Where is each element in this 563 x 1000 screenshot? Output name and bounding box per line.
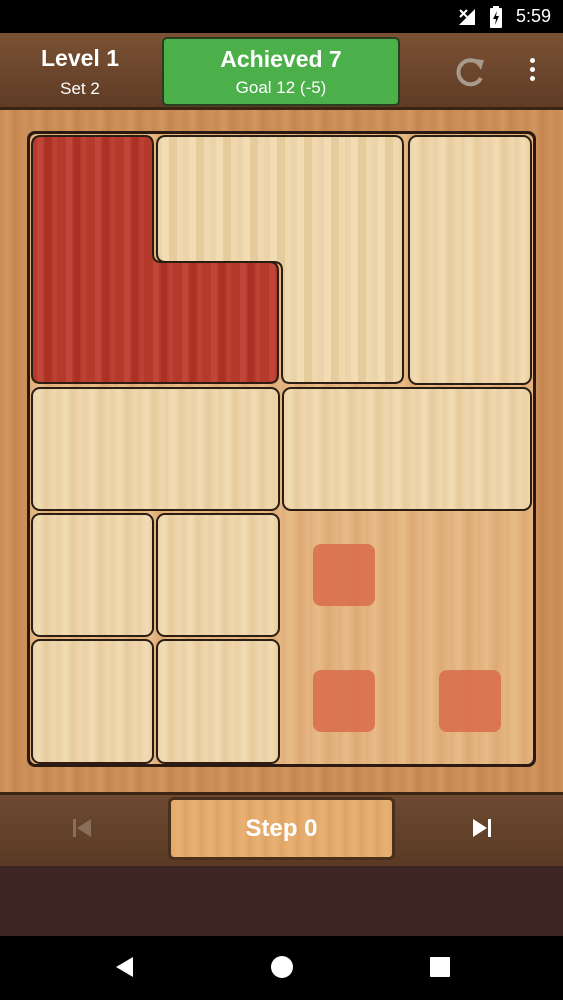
wood-l-piece[interactable] <box>156 135 405 385</box>
goal-text: Goal 12 (-5) <box>235 78 327 97</box>
skip-previous-icon[interactable] <box>70 816 94 840</box>
wood-small-piece[interactable] <box>31 513 154 637</box>
step-counter-button[interactable]: Step 0 <box>168 797 395 860</box>
target-marker <box>313 670 375 732</box>
status-bar: 5:59 <box>0 0 563 33</box>
wood-small-piece[interactable] <box>156 639 280 764</box>
level-set: Set 2 <box>60 79 100 98</box>
recents-icon[interactable] <box>429 956 451 978</box>
achieved-badge: Achieved 7 Goal 12 (-5) <box>162 37 400 106</box>
wood-small-piece[interactable] <box>31 639 154 764</box>
wood-small-piece[interactable] <box>156 513 280 637</box>
signal-off-icon <box>459 9 475 25</box>
achieved-text: Achieved 7 <box>220 46 342 72</box>
target-marker <box>439 670 501 732</box>
puzzle-board <box>27 131 536 767</box>
wood-wide-piece[interactable] <box>282 387 532 511</box>
empty-footer-area <box>0 866 563 936</box>
more-vert-icon[interactable] <box>522 58 542 88</box>
battery-charging-icon <box>490 6 502 28</box>
home-icon[interactable] <box>270 955 294 979</box>
target-marker <box>313 544 375 606</box>
restart-icon[interactable] <box>450 52 490 92</box>
wood-tall-piece[interactable] <box>408 135 532 385</box>
level-title: Level 1 <box>41 45 119 71</box>
skip-next-icon[interactable] <box>470 816 494 840</box>
back-icon[interactable] <box>113 955 137 979</box>
clock-time: 5:59 <box>515 6 551 26</box>
wood-wide-piece[interactable] <box>31 387 280 511</box>
